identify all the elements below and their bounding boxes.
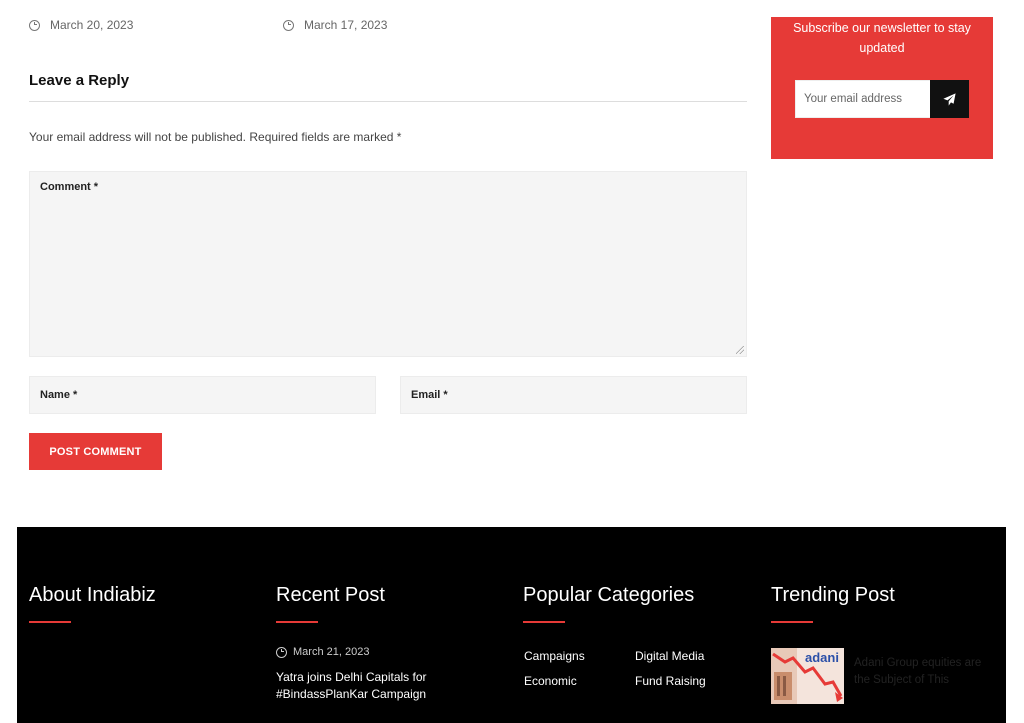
recent-post-date-text: March 21, 2023 xyxy=(293,646,370,658)
newsletter-email-input[interactable]: Your email address xyxy=(795,80,931,118)
clock-icon xyxy=(283,19,294,31)
trending-post-link[interactable]: Adani Group equities are the Subject of … xyxy=(854,655,994,689)
clock-icon xyxy=(29,19,40,31)
paper-plane-icon xyxy=(943,92,956,106)
prev-post-date-text: March 20, 2023 xyxy=(50,18,134,32)
recent-post-date: March 21, 2023 xyxy=(276,646,369,658)
post-comment-button[interactable]: POST COMMENT xyxy=(29,433,162,470)
reply-title: Leave a Reply xyxy=(29,72,130,89)
popular-categories-heading: Popular Categories xyxy=(523,584,695,606)
email-field[interactable]: Email * xyxy=(400,376,747,414)
about-heading: About Indiabiz xyxy=(29,584,156,606)
trending-post-heading: Trending Post xyxy=(771,584,895,606)
heading-underline xyxy=(29,621,71,623)
footer: About Indiabiz Recent Post March 21, 202… xyxy=(17,527,1006,723)
clock-icon xyxy=(276,646,287,658)
adani-chart-image: adani xyxy=(771,648,844,704)
prev-post-date[interactable]: March 20, 2023 xyxy=(29,18,133,32)
recent-post-heading: Recent Post xyxy=(276,584,385,606)
recent-post-link[interactable]: Yatra joins Delhi Capitals for #BindassP… xyxy=(276,669,476,703)
next-post-date[interactable]: March 17, 2023 xyxy=(283,18,387,32)
newsletter-text: Subscribe our newsletter to stay updated xyxy=(793,21,971,55)
category-link[interactable]: Fund Raising xyxy=(635,674,706,688)
category-link[interactable]: Campaigns xyxy=(524,649,585,663)
thumb-brand-text: adani xyxy=(805,650,839,665)
divider xyxy=(29,101,747,102)
comment-label: Comment * xyxy=(40,181,99,193)
email-label: Email * xyxy=(411,389,448,401)
newsletter-submit-button[interactable] xyxy=(930,80,969,118)
next-post-date-text: March 17, 2023 xyxy=(304,18,388,32)
reply-note: Your email address will not be published… xyxy=(29,130,402,144)
category-link[interactable]: Economic xyxy=(524,674,577,688)
post-navigation: March 20, 2023 March 17, 2023 xyxy=(29,18,749,36)
trending-post-thumbnail[interactable]: adani xyxy=(771,648,844,704)
heading-underline xyxy=(276,621,318,623)
heading-underline xyxy=(523,621,565,623)
comment-textarea[interactable]: Comment * xyxy=(29,171,747,357)
newsletter-widget: Subscribe our newsletter to stay updated… xyxy=(771,17,993,159)
name-field[interactable]: Name * xyxy=(29,376,376,414)
heading-underline xyxy=(771,621,813,623)
category-link[interactable]: Digital Media xyxy=(635,649,704,663)
resize-handle-icon[interactable] xyxy=(736,346,744,354)
name-label: Name * xyxy=(40,389,78,401)
